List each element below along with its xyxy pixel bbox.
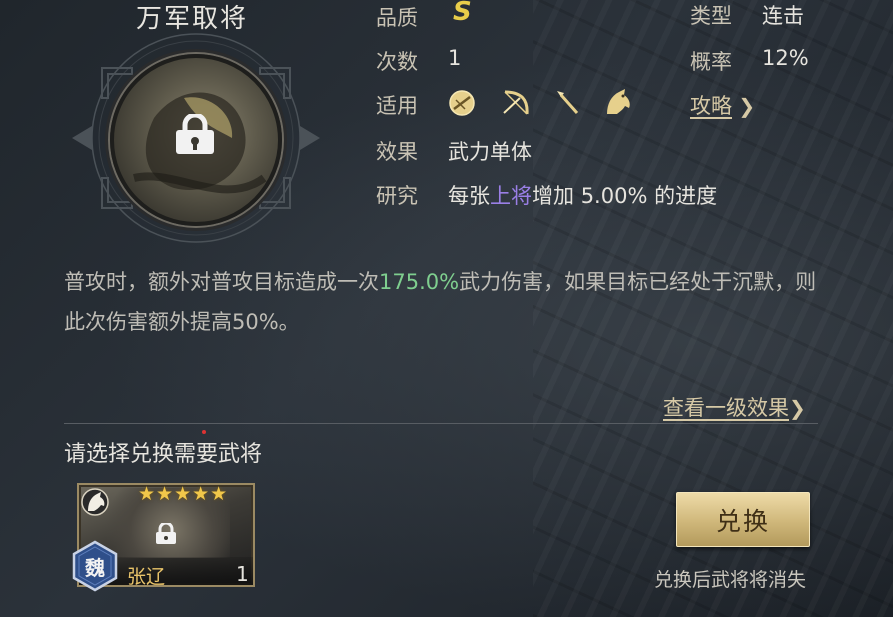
research-highlight: 上将: [490, 184, 532, 208]
research-suffix: 的进度: [654, 184, 718, 208]
type-value: 连击: [762, 4, 804, 28]
description-part1: 普攻时，额外对普攻目标造成一次: [64, 270, 379, 294]
effect-label: 效果: [376, 140, 418, 164]
research-label: 研究: [376, 184, 418, 208]
cavalry-badge-icon: [81, 488, 109, 516]
guide-link[interactable]: 攻略 ❯: [690, 90, 755, 120]
type-label: 类型: [690, 4, 732, 28]
view-level-one-link[interactable]: 查看一级效果❯: [663, 392, 806, 422]
general-count: 1: [236, 562, 249, 586]
horse-icon: [607, 89, 630, 114]
shield-icon: [449, 90, 475, 116]
red-dot-indicator: [202, 430, 206, 434]
chevron-right-icon: ❯: [789, 396, 806, 420]
general-stars: ★★★★★: [138, 483, 229, 505]
lock-icon: [176, 114, 214, 154]
skill-description: 普攻时，额外对普攻目标造成一次175.0%武力伤害，如果目标已经处于沉默，则此次…: [64, 262, 824, 342]
guide-link-label[interactable]: 攻略: [690, 94, 732, 118]
bow-icon: [503, 90, 529, 115]
research-text: 每张上将增加 5.00% 的进度: [448, 180, 717, 210]
research-middle: 增加: [532, 184, 574, 208]
spear-icon: [557, 91, 579, 114]
exchange-note: 兑换后武将将消失: [654, 569, 807, 591]
view-level-one-label[interactable]: 查看一级效果: [663, 396, 789, 420]
exchange-button[interactable]: 兑换: [676, 492, 810, 547]
quality-label: 品质: [376, 6, 418, 30]
general-name: 张辽: [127, 566, 166, 588]
exchange-section-title: 请选择兑换需要武将: [64, 442, 263, 467]
chance-label: 概率: [690, 50, 732, 74]
divider: [64, 423, 818, 424]
faction-label: 魏: [85, 556, 105, 580]
applies-label: 适用: [376, 94, 418, 118]
count-value: 1: [448, 46, 462, 70]
effect-value: 武力单体: [448, 140, 532, 164]
lock-icon: [156, 523, 176, 544]
count-label: 次数: [376, 50, 418, 74]
chevron-right-icon: ❯: [732, 94, 756, 118]
quality-grade: S: [453, 0, 472, 27]
research-amount: 5.00%: [580, 184, 648, 208]
chance-value: 12%: [762, 46, 809, 70]
description-highlight: 175.0%: [379, 270, 460, 294]
research-prefix: 每张: [448, 184, 490, 208]
